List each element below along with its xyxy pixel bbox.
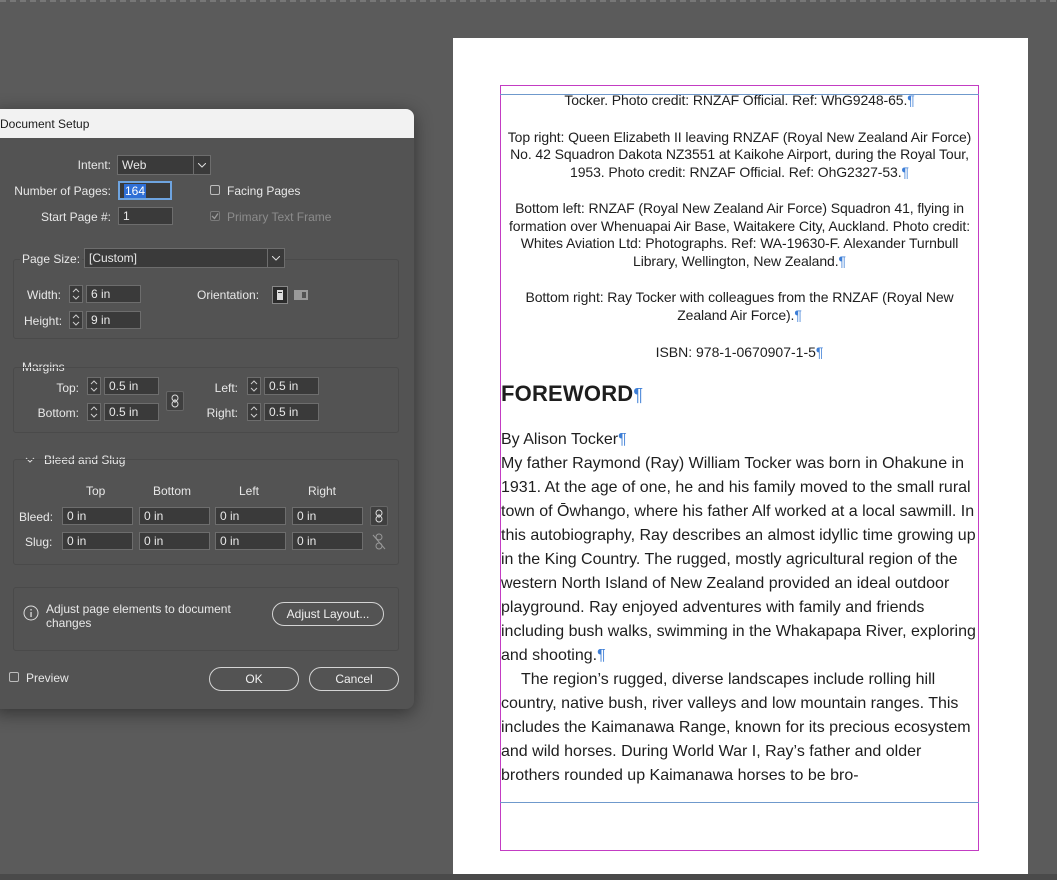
margin-bottom-input[interactable]: 0.5 in [104,403,159,421]
height-input[interactable]: 9 in [86,311,141,329]
link-bleed-icon[interactable] [370,506,388,526]
info-icon [23,605,39,621]
primary-text-frame-checkbox[interactable] [210,211,220,221]
bleed-left-input[interactable]: 0 in [215,507,286,525]
ok-button[interactable]: OK [209,667,299,691]
portrait-orientation-icon[interactable] [272,286,288,304]
link-margins-icon[interactable] [166,391,184,411]
height-label: Height: [24,314,63,328]
number-of-pages-label: Number of Pages: [14,184,111,198]
margin-left-input[interactable]: 0.5 in [264,377,319,395]
start-page-input[interactable]: 1 [118,207,173,225]
foreword-heading: FOREWORD¶ [501,381,644,406]
start-page-label: Start Page #: [40,210,111,224]
margin-top-input[interactable]: 0.5 in [104,377,159,395]
page-size-select[interactable]: [Custom] [84,248,285,268]
orientation-label: Orientation: [197,288,260,302]
caption-4: Bottom right: Ray Tocker with colleagues… [525,289,954,323]
caption-3: Bottom left: RNZAF (Royal New Zealand Ai… [508,200,971,269]
isbn-line: ISBN: 978-1-0670907-1-5¶ [655,344,824,360]
paragraph-2: The region’s rugged, diverse landscapes … [501,671,971,784]
slug-bottom-input[interactable]: 0 in [139,532,210,550]
number-of-pages-input[interactable]: 164 [118,181,172,200]
document-page[interactable]: Tocker. Photo credit: RNZAF Official. Re… [453,38,1028,880]
margins-group [13,367,399,433]
margin-left-stepper[interactable] [247,377,261,395]
margin-bottom-stepper[interactable] [87,403,101,421]
bleed-bottom-input[interactable]: 0 in [139,507,210,525]
byline: By Alison Tocker¶ [501,431,627,448]
bleed-top-input[interactable]: 0 in [62,507,133,525]
bleed-col-bottom: Bottom [153,484,192,498]
height-stepper[interactable] [69,311,83,329]
info-text: Adjust page elements to document changes [46,602,231,630]
dialog-title: Document Setup [0,117,90,131]
caption-1: Tocker. Photo credit: RNZAF Official. Re… [564,92,915,108]
text-frame-bottom-guide [500,802,979,803]
margin-right-label: Right: [206,406,238,420]
slug-label: Slug: [25,535,53,549]
bleed-label: Bleed: [19,510,54,524]
intent-select[interactable]: Web [117,155,211,175]
margin-right-input[interactable]: 0.5 in [264,403,319,421]
chevron-down-icon [193,156,210,174]
bleed-col-right: Right [308,484,337,498]
width-label: Width: [27,288,62,302]
margin-bottom-label: Bottom: [37,406,79,420]
preview-label: Preview [26,671,69,685]
facing-pages-checkbox[interactable] [210,185,220,195]
caption-2: Top right: Queen Elizabeth II leaving RN… [507,128,972,180]
slug-top-input[interactable]: 0 in [62,532,133,550]
facing-pages-label: Facing Pages [227,184,301,198]
adjust-layout-button[interactable]: Adjust Layout... [272,602,384,626]
landscape-orientation-icon[interactable] [293,286,309,304]
text-frame[interactable]: Tocker. Photo credit: RNZAF Official. Re… [501,92,978,788]
chevron-down-icon [267,249,284,267]
slug-right-input[interactable]: 0 in [292,532,363,550]
status-bar [0,874,1057,880]
margin-right-stepper[interactable] [247,403,261,421]
primary-text-frame-label: Primary Text Frame [227,210,332,224]
bleed-col-left: Left [239,484,260,498]
margin-left-label: Left: [214,381,238,395]
cancel-button[interactable]: Cancel [309,667,399,691]
page-size-label: Page Size: [20,252,83,266]
margin-top-stepper[interactable] [87,377,101,395]
slug-left-input[interactable]: 0 in [215,532,286,550]
bleed-col-top: Top [86,484,106,498]
bleed-right-input[interactable]: 0 in [292,507,363,525]
intent-label: Intent: [77,158,111,172]
top-ruler-edge [0,0,1057,2]
unlink-slug-icon[interactable] [370,532,388,552]
width-stepper[interactable] [69,285,83,303]
paragraph-1: My father Raymond (Ray) William Tocker w… [501,455,976,664]
margin-top-label: Top: [56,381,79,395]
document-setup-dialog: Document Setup Intent: Web Number of Pag… [0,109,414,709]
dialog-title-bar[interactable]: Document Setup [0,109,414,138]
preview-checkbox[interactable] [9,672,19,682]
width-input[interactable]: 6 in [86,285,141,303]
